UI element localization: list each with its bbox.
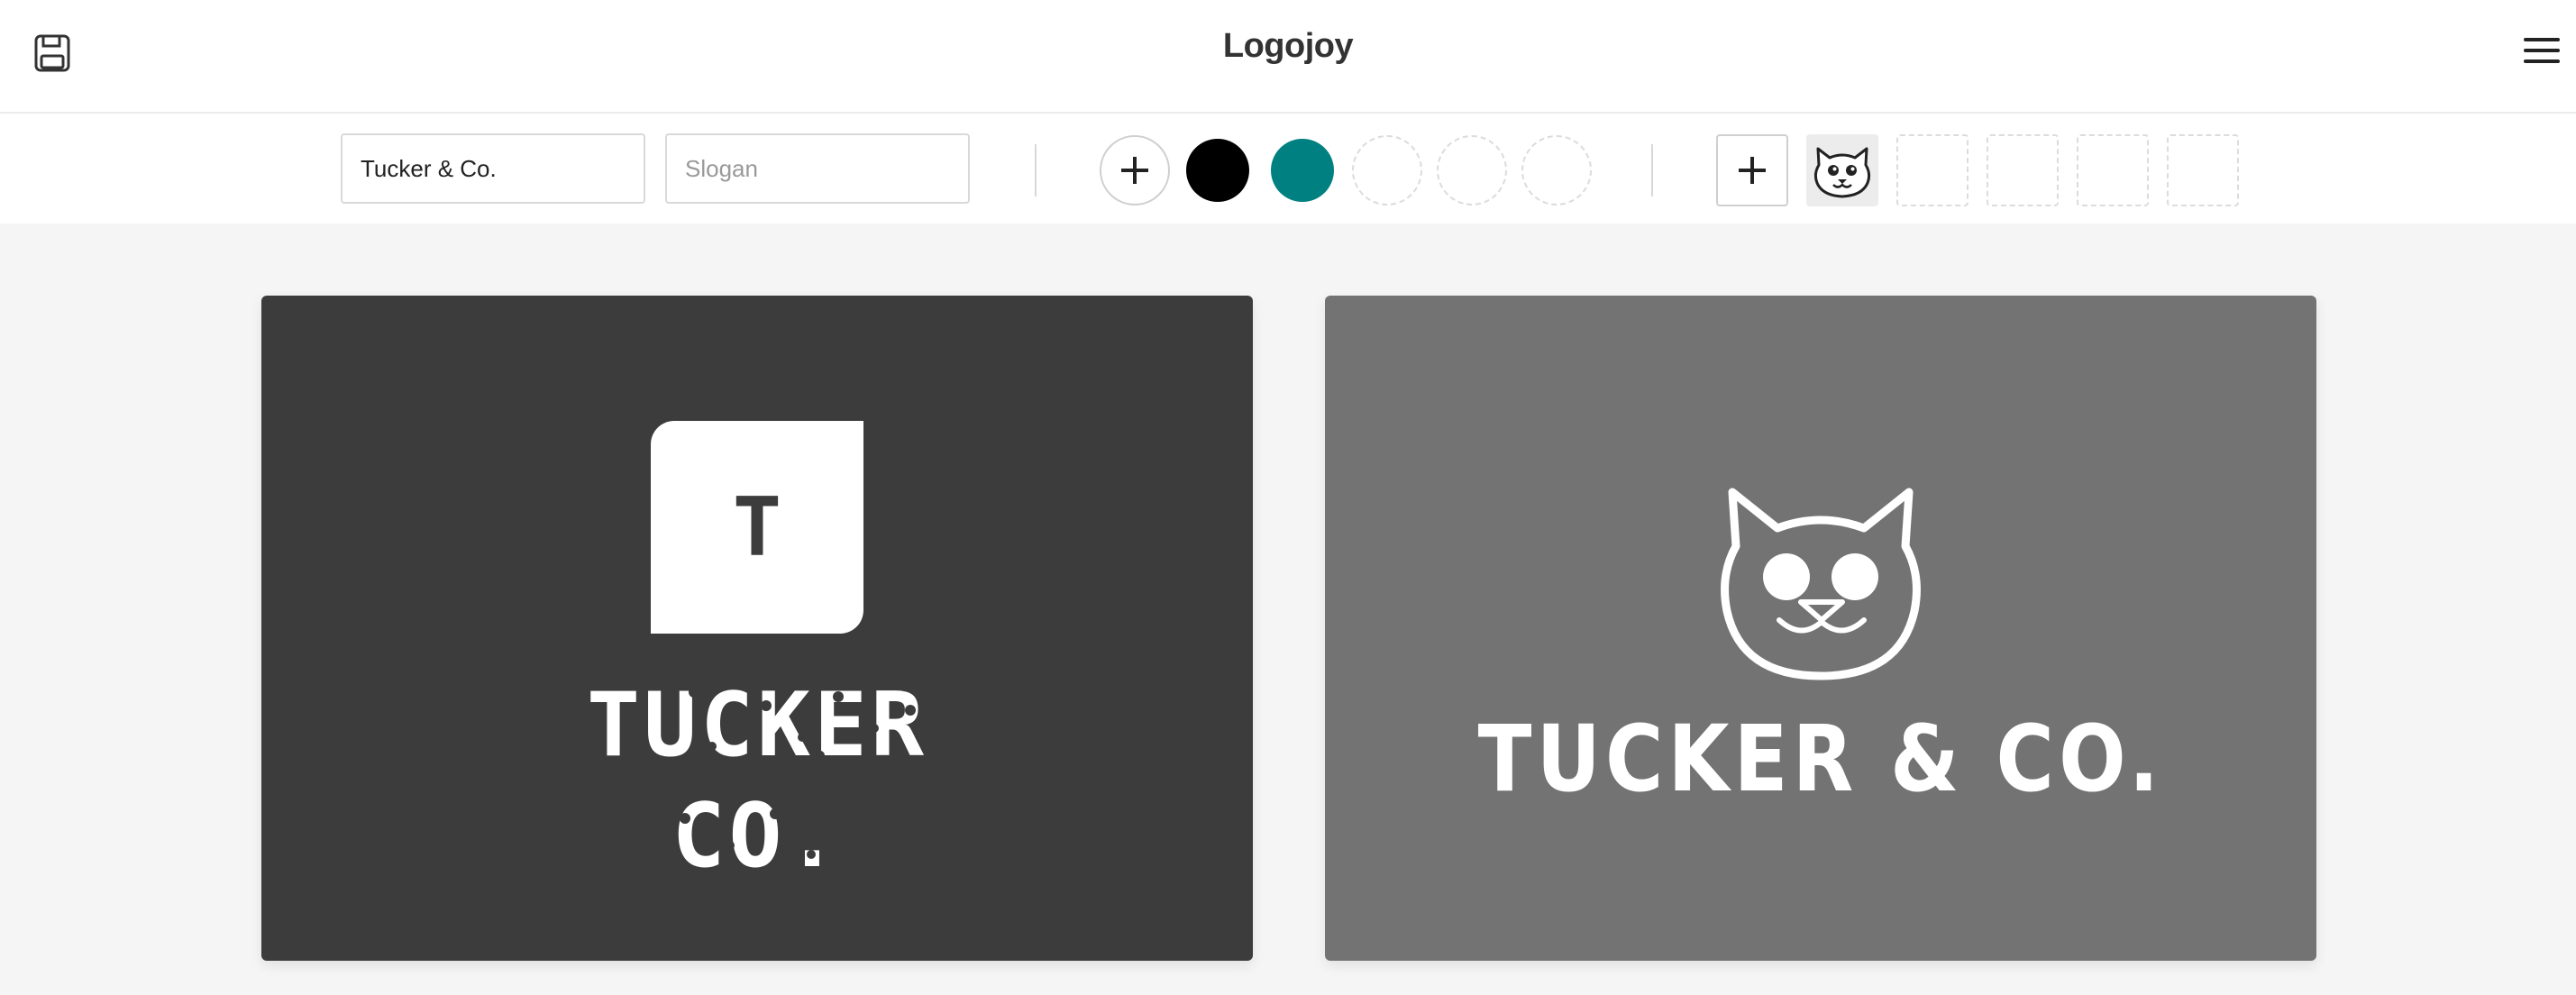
top-header: Logojoy bbox=[0, 0, 2576, 114]
empty-symbol-slot[interactable] bbox=[2077, 134, 2149, 206]
logo-name-line-2: CO. bbox=[671, 785, 843, 888]
cat-face-icon bbox=[1813, 147, 1871, 198]
logo-name-line-1: TUCKER bbox=[586, 674, 927, 777]
logo-preview-card-cat[interactable]: TUCKER & CO. bbox=[1325, 296, 2316, 961]
empty-symbol-slot[interactable] bbox=[1896, 134, 1969, 206]
editor-toolbar bbox=[0, 114, 2576, 224]
badge-letter: T bbox=[732, 479, 782, 575]
color-swatch-black[interactable] bbox=[1186, 139, 1249, 202]
empty-symbol-slot[interactable] bbox=[1987, 134, 2059, 206]
add-color-button[interactable] bbox=[1100, 135, 1170, 205]
company-name-input[interactable] bbox=[341, 133, 645, 204]
slogan-input[interactable] bbox=[665, 133, 970, 204]
empty-color-slot[interactable] bbox=[1437, 135, 1507, 205]
add-symbol-button[interactable] bbox=[1716, 134, 1788, 206]
toolbar-divider bbox=[1651, 144, 1653, 196]
empty-color-slot[interactable] bbox=[1521, 135, 1592, 205]
logo-badge: T bbox=[651, 421, 863, 634]
plus-icon bbox=[1739, 157, 1766, 184]
logo-preview-card-dotted[interactable]: T TUCKER CO. bbox=[261, 296, 1253, 961]
hamburger-menu-icon bbox=[2524, 38, 2560, 41]
menu-button[interactable] bbox=[2524, 38, 2560, 67]
toolbar-divider bbox=[1035, 144, 1037, 196]
app-title: Logojoy bbox=[1222, 27, 1354, 65]
plus-icon bbox=[1121, 157, 1148, 184]
symbol-slot-cat[interactable] bbox=[1806, 134, 1878, 206]
logo-company-name: TUCKER & CO. bbox=[1477, 706, 2164, 813]
cat-face-icon bbox=[1721, 488, 1921, 680]
color-swatch-teal[interactable] bbox=[1271, 139, 1334, 202]
empty-symbol-slot[interactable] bbox=[2167, 134, 2239, 206]
empty-color-slot[interactable] bbox=[1352, 135, 1422, 205]
